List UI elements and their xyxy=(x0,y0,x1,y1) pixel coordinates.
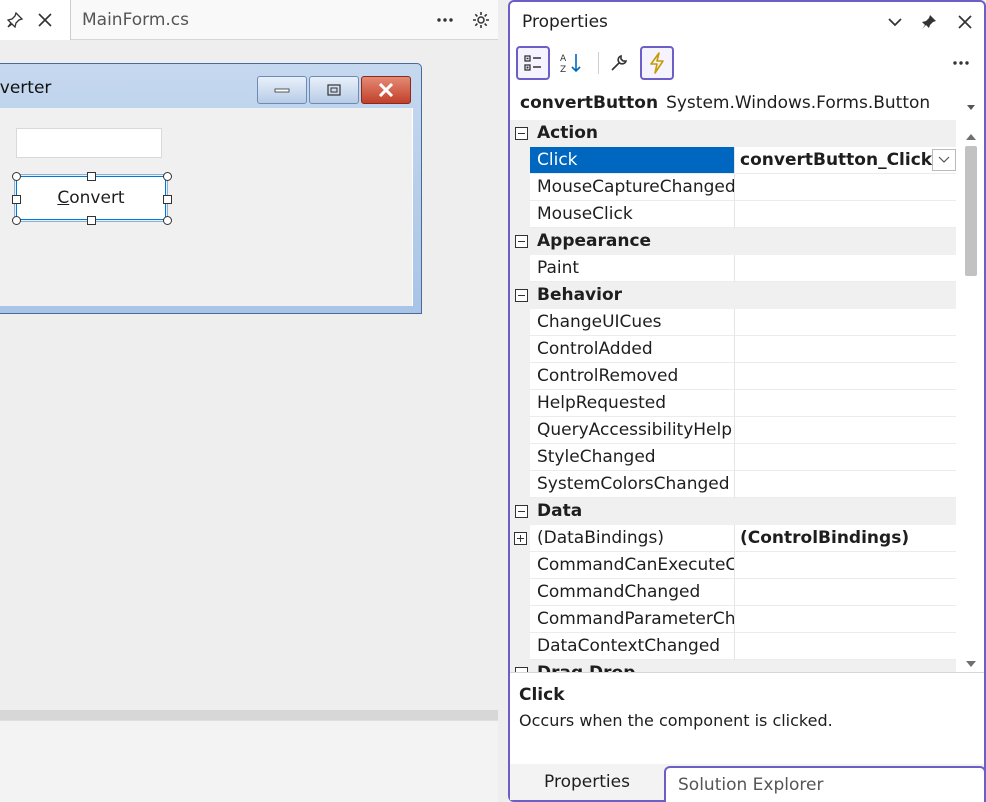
category-row-appearance[interactable]: Appearance xyxy=(510,228,956,255)
event-row[interactable]: StyleChanged xyxy=(510,444,956,471)
form-title: nverter xyxy=(0,78,52,98)
selected-object-type: System.Windows.Forms.Button xyxy=(666,93,931,113)
event-row[interactable]: DataContextChanged xyxy=(510,633,956,660)
more-options-icon[interactable] xyxy=(430,4,460,36)
designer-pane: MainForm.cs nverter Convert xyxy=(0,0,498,802)
gear-icon[interactable] xyxy=(466,4,496,36)
resize-handle[interactable] xyxy=(163,216,172,225)
selected-object-name: convertButton xyxy=(520,93,659,113)
property-row-databindings[interactable]: (DataBindings) (ControlBindings) xyxy=(510,525,956,552)
lightning-icon[interactable] xyxy=(640,46,674,80)
scrollbar-thumb[interactable] xyxy=(965,146,977,276)
designed-form-window[interactable]: nverter Convert xyxy=(0,63,422,314)
design-surface[interactable]: nverter Convert xyxy=(0,41,498,710)
object-selector-dropdown[interactable]: convertButton System.Windows.Forms.Butto… xyxy=(510,88,984,118)
dropdown-arrow-icon[interactable] xyxy=(966,96,976,116)
event-handler-value[interactable]: convertButton_Click xyxy=(734,147,956,174)
description-title: Click xyxy=(519,685,565,705)
resize-handle[interactable] xyxy=(163,172,172,181)
svg-text:Z: Z xyxy=(560,65,566,74)
maximize-icon xyxy=(309,76,359,104)
collapse-icon[interactable] xyxy=(515,235,528,248)
designed-textbox[interactable] xyxy=(16,128,162,158)
close-icon[interactable] xyxy=(950,8,980,36)
event-row[interactable]: CommandCanExecuteChanged xyxy=(510,552,956,579)
event-row[interactable]: SystemColorsChanged xyxy=(510,471,956,498)
scroll-up-icon[interactable] xyxy=(965,126,977,146)
chevron-down-icon[interactable] xyxy=(880,8,910,36)
categorized-icon[interactable] xyxy=(516,46,550,80)
event-row[interactable]: ControlRemoved xyxy=(510,363,956,390)
properties-panel: Properties AZ convertButton System.Windo… xyxy=(508,0,986,802)
category-row-action[interactable]: Action xyxy=(510,120,956,147)
wrench-icon[interactable] xyxy=(602,46,636,80)
properties-header: Properties xyxy=(510,2,984,42)
description-pane: Click Occurs when the component is click… xyxy=(510,672,984,764)
event-row-click[interactable]: Click convertButton_Click xyxy=(510,147,956,174)
category-row-behavior[interactable]: Behavior xyxy=(510,282,956,309)
event-row[interactable]: MouseClick xyxy=(510,201,956,228)
resize-handle[interactable] xyxy=(12,172,21,181)
property-grid: Action Click convertButton_Click MouseCap… xyxy=(510,120,984,672)
event-row[interactable]: CommandChanged xyxy=(510,579,956,606)
horizontal-scrollbar[interactable] xyxy=(0,710,498,720)
resize-handle[interactable] xyxy=(87,216,96,225)
chevron-down-icon[interactable] xyxy=(932,149,956,171)
collapse-icon[interactable] xyxy=(515,289,528,302)
event-row[interactable]: CommandParameterChanged xyxy=(510,606,956,633)
collapse-icon[interactable] xyxy=(515,127,528,140)
panel-title: Properties xyxy=(522,12,608,32)
resize-handle[interactable] xyxy=(12,195,21,204)
vertical-scrollbar[interactable] xyxy=(960,120,982,672)
close-tab-icon[interactable] xyxy=(30,0,60,40)
convert-mnemonic: C xyxy=(57,188,70,208)
event-row[interactable]: ChangeUICues xyxy=(510,309,956,336)
resize-handle[interactable] xyxy=(12,216,21,225)
more-options-icon[interactable] xyxy=(944,46,978,80)
expand-icon[interactable] xyxy=(514,532,527,545)
category-row-drag-drop[interactable]: Drag Drop xyxy=(510,660,956,672)
svg-text:A: A xyxy=(560,54,567,64)
pin-icon[interactable] xyxy=(914,8,944,36)
form-client-area[interactable]: Convert xyxy=(0,108,413,306)
scroll-down-icon[interactable] xyxy=(965,653,977,672)
resize-handle[interactable] xyxy=(163,195,172,204)
tab-label: MainForm.cs xyxy=(82,10,190,30)
document-tab-strip: MainForm.cs xyxy=(0,0,498,40)
component-tray xyxy=(0,720,498,802)
convert-button[interactable]: Convert xyxy=(14,174,168,222)
category-row-data[interactable]: Data xyxy=(510,498,956,525)
tab-properties[interactable]: Properties xyxy=(510,764,664,800)
event-row[interactable]: Paint xyxy=(510,255,956,282)
event-row[interactable]: QueryAccessibilityHelp xyxy=(510,417,956,444)
properties-toolbar: AZ xyxy=(510,42,984,86)
toolbar-separator xyxy=(598,52,599,74)
pin-icon[interactable] xyxy=(0,0,30,40)
collapse-icon[interactable] xyxy=(515,505,528,518)
tab-solution-explorer[interactable]: Solution Explorer xyxy=(664,766,986,802)
event-row[interactable]: HelpRequested xyxy=(510,390,956,417)
property-grid-rows: Action Click convertButton_Click MouseCap… xyxy=(510,120,956,672)
close-window-icon xyxy=(361,76,411,104)
event-row[interactable]: MouseCaptureChanged xyxy=(510,174,956,201)
tab-mainform-cs[interactable]: MainForm.cs xyxy=(72,0,189,40)
bottom-tab-strip: Properties Solution Explorer xyxy=(510,764,986,802)
event-row[interactable]: ControlAdded xyxy=(510,336,956,363)
tab-active-designer[interactable] xyxy=(0,0,71,40)
sort-az-icon[interactable]: AZ xyxy=(554,46,588,80)
convert-label: onvert xyxy=(69,188,125,208)
minimize-icon xyxy=(257,76,307,104)
description-text: Occurs when the component is clicked. xyxy=(519,711,833,730)
resize-handle[interactable] xyxy=(87,172,96,181)
